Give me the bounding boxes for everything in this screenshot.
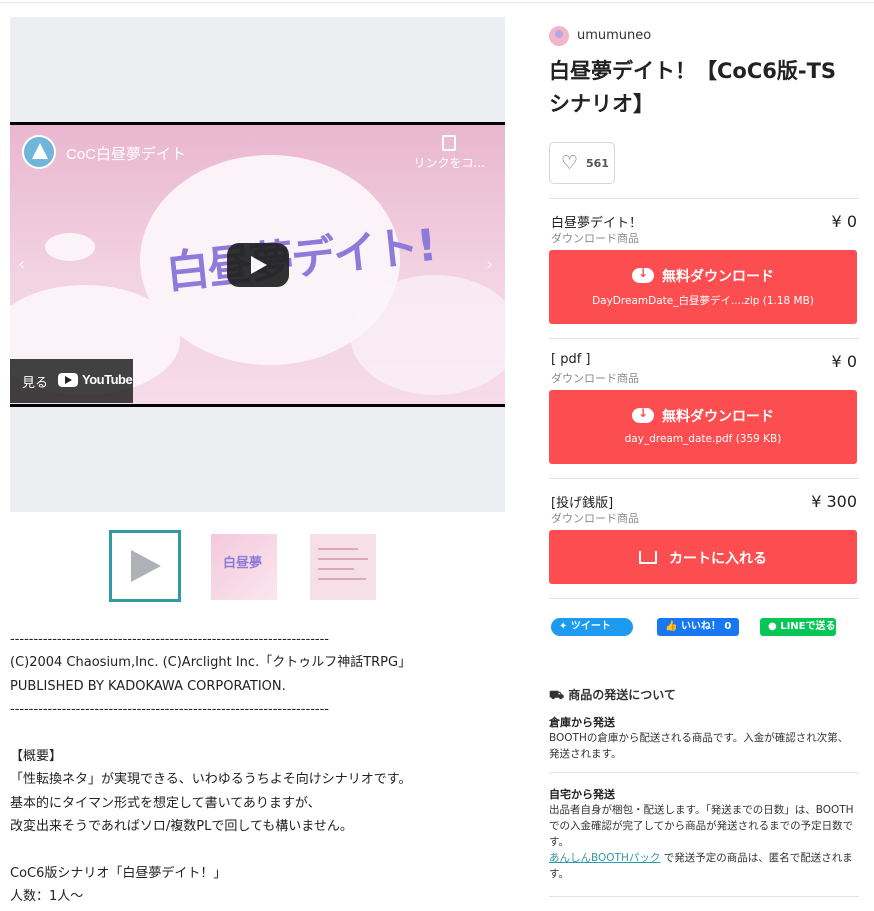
- variant-type: ダウンロード商品: [551, 512, 639, 525]
- variant-name: [投げ銭版]: [551, 496, 614, 511]
- thumbnail-image-1[interactable]: 白昼夢: [211, 534, 277, 600]
- next-arrow-icon[interactable]: ›: [486, 254, 493, 275]
- file-name: day_dream_date.pdf (359 KB): [624, 433, 782, 445]
- add-to-cart-button[interactable]: カートに入れる: [549, 530, 857, 584]
- download-label: 無料ダウンロード: [662, 269, 774, 285]
- prev-arrow-icon[interactable]: ‹: [18, 254, 25, 275]
- like-button[interactable]: ♡ 561: [549, 142, 615, 184]
- variant-type: ダウンロード商品: [551, 372, 639, 385]
- file-name: DayDreamDate_白昼夢デイ....zip (1.18 MB): [592, 295, 814, 307]
- watch-label: 見る: [22, 376, 49, 391]
- youtube-embed[interactable]: CoC白昼夢デイト リンクをコ... 白昼夢デイト! 見る YouTube: [10, 122, 505, 407]
- variant-type: ダウンロード商品: [551, 232, 639, 245]
- warehouse-heading: 倉庫から発送: [549, 716, 615, 729]
- facebook-like-label: いいね！ 0: [680, 621, 732, 632]
- shop-name[interactable]: umumuneo: [577, 28, 651, 43]
- line-icon: ●: [768, 621, 781, 632]
- thumbnail-strip: 白昼夢: [0, 530, 515, 602]
- shipping-title-label: 商品の発送について: [568, 688, 676, 702]
- home-text-body: 出品者自身が梱包・配送します。「発送までの日数」は、BOOTHでの入金確認が完了…: [549, 804, 854, 848]
- channel-avatar[interactable]: [22, 135, 56, 169]
- twitter-icon: ✦: [559, 621, 571, 632]
- download-label: 無料ダウンロード: [662, 409, 774, 425]
- variant-price: ¥ 300: [811, 492, 857, 511]
- heart-icon: ♡: [561, 152, 579, 174]
- thumbnail-video[interactable]: [109, 530, 181, 602]
- line-share-button[interactable]: ● LINEで送る: [760, 618, 836, 636]
- warehouse-text: BOOTHの倉庫から配送される商品です。入金が確認され次第、発送されます。: [549, 732, 849, 760]
- divider: [549, 198, 859, 199]
- line-label: LINEで送る: [780, 621, 836, 632]
- thumbnail-logo: 白昼夢: [223, 556, 263, 571]
- divider: [549, 338, 859, 339]
- cloud-download-icon: [632, 406, 654, 423]
- shop-avatar: [549, 26, 569, 46]
- copy-link-label: リンクをコ...: [413, 156, 485, 170]
- anshin-booth-pack-link[interactable]: あんしんBOOTHパック: [549, 852, 660, 864]
- home-heading: 自宅から発送: [549, 788, 615, 801]
- tweet-label: ツイート: [570, 621, 611, 632]
- product-description: ----------------------------------------…: [10, 632, 412, 905]
- video-title[interactable]: CoC白昼夢デイト: [66, 143, 186, 164]
- cart-label: カートに入れる: [669, 551, 767, 567]
- shipping-title: ⛟ 商品の発送について: [549, 686, 676, 704]
- copy-icon: [442, 135, 457, 151]
- free-download-button[interactable]: 無料ダウンロード DayDreamDate_白昼夢デイ....zip (1.18…: [549, 250, 857, 324]
- divider: [549, 896, 859, 897]
- thumbnail-image-2[interactable]: [310, 534, 376, 600]
- product-title: 白昼夢デイト！【CoC6版-TSシナリオ】: [549, 59, 837, 116]
- play-icon: [131, 550, 161, 582]
- truck-icon: ⛟: [549, 688, 569, 702]
- divider: [549, 772, 859, 773]
- thumbs-up-icon: 👍: [665, 621, 681, 632]
- free-download-button[interactable]: 無料ダウンロード day_dream_date.pdf (359 KB): [549, 390, 857, 464]
- watch-on-youtube-button[interactable]: 見る YouTube: [10, 359, 133, 403]
- youtube-icon: [58, 373, 78, 387]
- variant-name: 白昼夢デイト！: [551, 216, 643, 231]
- play-button[interactable]: [227, 243, 289, 287]
- copy-link-button[interactable]: リンクをコ...: [414, 135, 485, 171]
- cloud-download-icon: [632, 266, 654, 283]
- like-count: 561: [586, 157, 609, 170]
- divider: [549, 478, 859, 479]
- youtube-label: YouTube: [82, 372, 133, 387]
- variant-price: ¥ 0: [831, 352, 857, 371]
- facebook-like-button[interactable]: 👍 いいね！ 0: [657, 618, 739, 636]
- variant-price: ¥ 0: [831, 212, 857, 231]
- share-buttons: ✦ ツイート 👍 いいね！ 0 ● LINEで送る: [549, 616, 859, 638]
- top-divider: [0, 2, 874, 3]
- home-text: 出品者自身が梱包・配送します。「発送までの日数」は、BOOTHでの入金確認が完了…: [549, 802, 855, 882]
- divider: [549, 598, 859, 599]
- cart-icon: [639, 551, 657, 564]
- tweet-button[interactable]: ✦ ツイート: [551, 618, 633, 636]
- variant-name: [ pdf ]: [551, 352, 591, 367]
